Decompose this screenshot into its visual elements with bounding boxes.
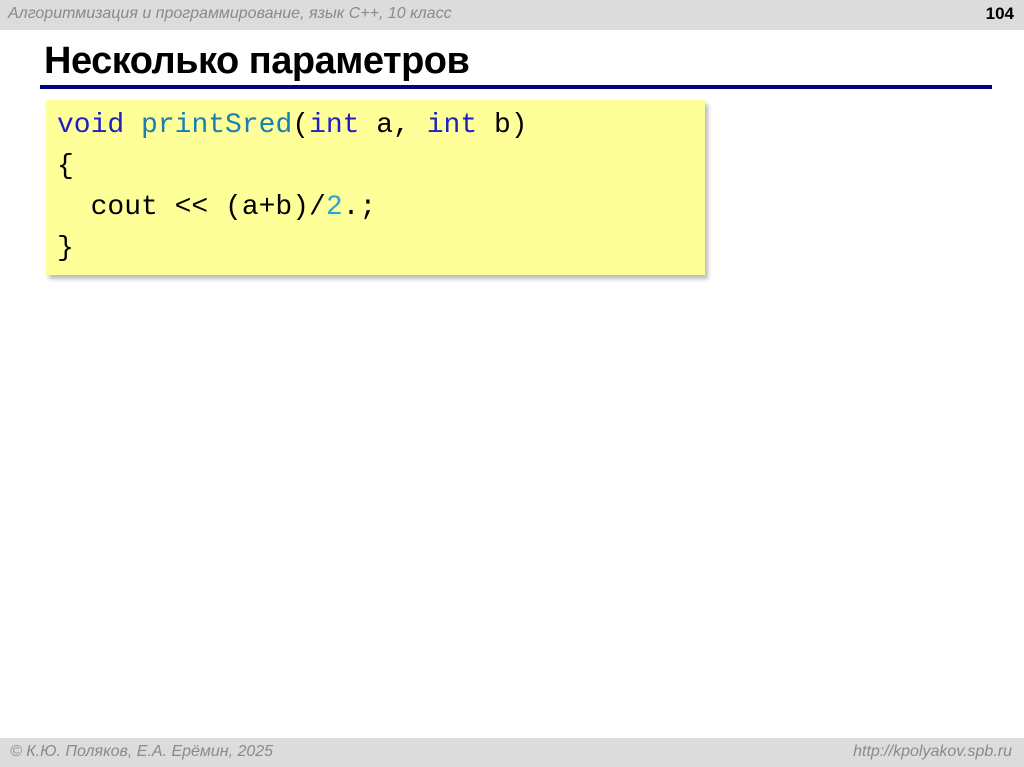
page-number: 104 bbox=[985, 4, 1014, 23]
authors: © К.Ю. Поляков, Е.А. Ерёмин, 2025 bbox=[10, 743, 274, 760]
function-name: printSred bbox=[141, 110, 293, 141]
param-a: a, bbox=[359, 110, 427, 141]
code-line-4: } bbox=[57, 233, 74, 264]
keyword-void: void bbox=[57, 110, 125, 141]
title-divider bbox=[40, 85, 992, 89]
code-line-3: cout << (a+b)/2.; bbox=[57, 192, 377, 223]
code-text: .; bbox=[342, 192, 377, 223]
code-line-1: void printSred(int a, int b) bbox=[57, 110, 528, 141]
code-text: cout << (a+b)/ bbox=[57, 192, 326, 223]
number-literal: 2 bbox=[325, 192, 343, 223]
course-title: Алгоритмизация и программирование, язык … bbox=[8, 5, 452, 22]
keyword-int: int bbox=[426, 110, 478, 141]
slide-title: Несколько параметров bbox=[44, 40, 470, 82]
param-b: b) bbox=[477, 110, 528, 141]
paren: ( bbox=[292, 110, 310, 141]
keyword-int: int bbox=[309, 110, 360, 141]
code-block: void printSred(int a, int b) { cout << (… bbox=[46, 100, 705, 275]
header-bar: Алгоритмизация и программирование, язык … bbox=[0, 0, 1024, 30]
code-line-2: { bbox=[57, 151, 74, 182]
site-link[interactable]: http://kpolyakov.spb.ru bbox=[853, 743, 1012, 761]
footer-bar: © К.Ю. Поляков, Е.А. Ерёмин, 2025 http:/… bbox=[0, 738, 1024, 767]
